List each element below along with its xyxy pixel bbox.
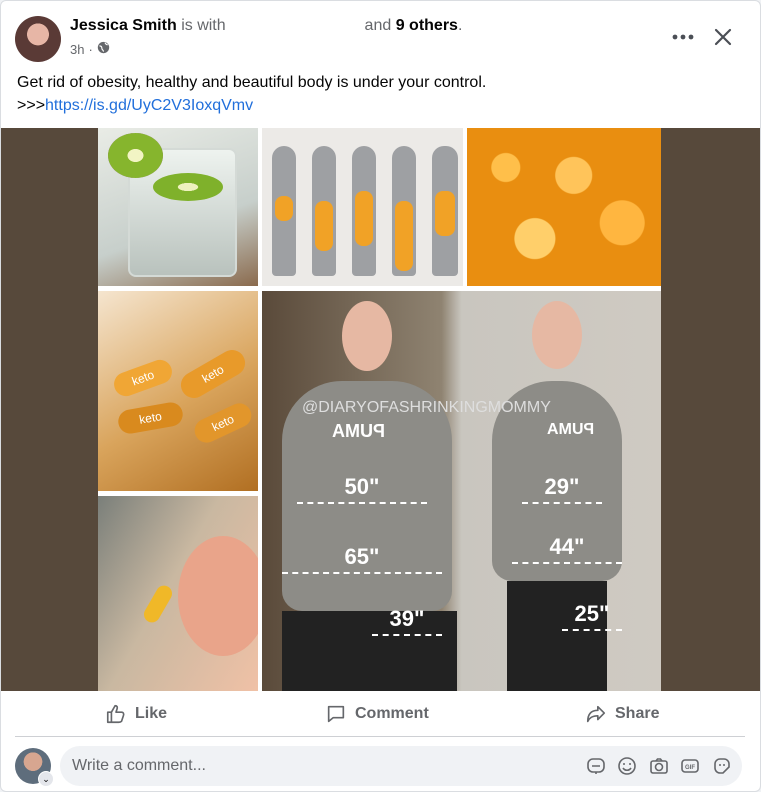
- before-waist: 50": [297, 474, 427, 504]
- actions-divider: [15, 736, 745, 737]
- brand-right: PUMA: [547, 421, 595, 438]
- with-text: is with: [181, 17, 226, 34]
- before-head: [342, 301, 392, 371]
- post-image[interactable]: keto keto keto keto @DIARYOFASHRINKINGMO…: [1, 128, 760, 691]
- after-waist: 29": [522, 474, 602, 504]
- after-hips: 44": [512, 534, 622, 564]
- avatar-sticker-icon[interactable]: [586, 756, 606, 776]
- capsule-label: keto: [190, 399, 256, 447]
- capsule-mouth-photo: [98, 496, 258, 691]
- post-time[interactable]: 3h: [70, 42, 84, 57]
- sticker-icon[interactable]: [712, 756, 732, 776]
- post-meta: 3h ·: [70, 41, 110, 57]
- silhouette: [312, 146, 336, 276]
- silhouette: [352, 146, 376, 276]
- after-thigh: 25": [562, 601, 622, 631]
- author-name[interactable]: Jessica Smith: [70, 17, 177, 34]
- camera-icon[interactable]: [649, 756, 669, 776]
- like-button[interactable]: Like: [105, 691, 167, 736]
- gif-icon[interactable]: GIF: [680, 756, 700, 776]
- comment-placeholder: Write a comment...: [72, 757, 206, 774]
- share-arrow-icon: [586, 705, 606, 722]
- comment-label: Comment: [355, 704, 429, 722]
- after-head: [532, 301, 582, 369]
- silhouette: [272, 146, 296, 276]
- share-button[interactable]: Share: [585, 691, 659, 736]
- more-options-button[interactable]: [669, 23, 697, 51]
- before-thigh: 39": [372, 606, 442, 636]
- capsule-label: keto: [110, 356, 176, 400]
- close-icon: [714, 28, 732, 46]
- capsule-label: keto: [176, 345, 250, 403]
- comment-composer: ⌄ Write a comment... GIF: [1, 745, 760, 789]
- post-card: Jessica Smith is with and 9 others. 3h ·…: [0, 0, 761, 792]
- comment-bubble-icon: [327, 705, 345, 722]
- comment-button[interactable]: Comment: [325, 691, 429, 736]
- post-text-line2: >>>https://is.gd/UyC2V3IoxqVmv: [17, 94, 747, 117]
- others-link[interactable]: 9 others: [396, 17, 458, 34]
- more-horizontal-icon: [672, 34, 694, 40]
- silhouette: [392, 146, 416, 276]
- period: .: [457, 17, 463, 34]
- and-text: and: [364, 17, 392, 34]
- chia-kiwi-photo: [98, 128, 258, 286]
- share-label: Share: [615, 704, 660, 722]
- globe-icon: [97, 41, 110, 57]
- after-pants: [507, 581, 607, 691]
- comment-input[interactable]: Write a comment... GIF: [60, 746, 742, 786]
- silhouette: [432, 146, 458, 276]
- meta-dot: ·: [88, 41, 93, 57]
- chevron-down-icon[interactable]: ⌄: [38, 771, 54, 787]
- brand-left: PUMA: [332, 421, 385, 441]
- close-button[interactable]: [709, 23, 737, 51]
- post-actions: Like Comment Share: [1, 691, 760, 736]
- image-collage: keto keto keto keto @DIARYOFASHRINKINGMO…: [98, 128, 661, 691]
- body-silhouettes: [262, 128, 463, 286]
- post-header: Jessica Smith is with and 9 others. 3h ·: [1, 1, 760, 65]
- post-text-line1: Get rid of obesity, healthy and beautifu…: [17, 74, 487, 91]
- svg-text:GIF: GIF: [685, 765, 695, 771]
- watermark: @DIARYOFASHRINKINGMOMMY: [302, 399, 551, 416]
- keto-capsules-photo: keto keto keto keto: [98, 291, 258, 491]
- fat-cells-photo: [467, 128, 661, 286]
- post-link[interactable]: https://is.gd/UyC2V3IoxqVmv: [45, 97, 253, 114]
- link-prefix: >>>: [17, 97, 46, 114]
- post-text: Get rid of obesity, healthy and beautifu…: [17, 71, 747, 117]
- thumbs-up-icon: [106, 704, 125, 723]
- author-avatar[interactable]: [15, 16, 61, 62]
- capsule-label: keto: [116, 400, 185, 436]
- before-hips: 65": [282, 544, 442, 574]
- before-after-photo: @DIARYOFASHRINKINGMOMMY PUMA PUMA 50" 65…: [262, 291, 661, 691]
- author-line: Jessica Smith is with and 9 others.: [70, 17, 462, 35]
- like-label: Like: [135, 704, 168, 722]
- emoji-icon[interactable]: [617, 756, 637, 776]
